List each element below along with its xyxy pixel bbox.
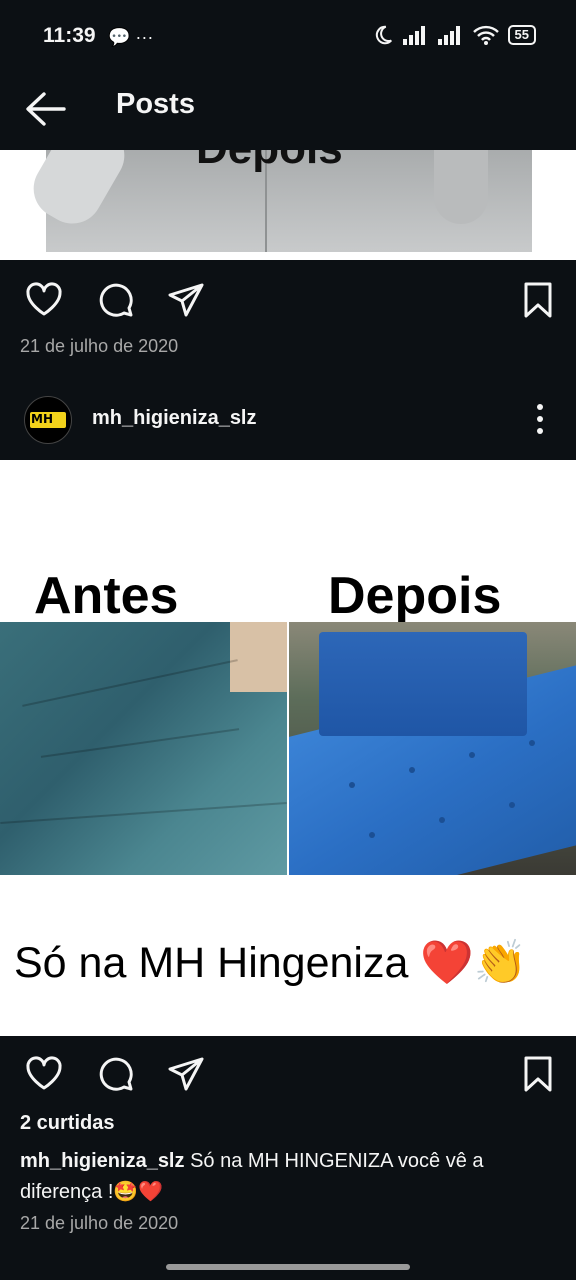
share-icon[interactable] bbox=[166, 280, 206, 320]
battery-indicator: 55 bbox=[507, 25, 536, 45]
signal-icon bbox=[402, 26, 425, 45]
comment-icon[interactable] bbox=[96, 1054, 136, 1094]
after-photo bbox=[289, 622, 576, 875]
previous-post-actions bbox=[0, 262, 576, 332]
post-caption: mh_higieniza_slz Só na MH HINGENIZA você… bbox=[20, 1146, 560, 1208]
heart-clap-emoji: ❤️👏 bbox=[420, 939, 528, 987]
moon-icon bbox=[375, 25, 392, 45]
label-before: Antes bbox=[34, 567, 179, 625]
post-image[interactable]: Antes Depois Só na MH Hingeniza ❤️👏 bbox=[0, 460, 576, 1036]
bookmark-icon[interactable] bbox=[518, 280, 558, 320]
back-arrow-icon[interactable] bbox=[22, 89, 68, 129]
post-date: 21 de julho de 2020 bbox=[20, 1213, 179, 1233]
status-right-icons: 55 bbox=[372, 24, 536, 46]
before-photo bbox=[0, 622, 287, 875]
heart-icon[interactable] bbox=[24, 1054, 64, 1094]
previous-post-image[interactable]: Depois bbox=[0, 150, 576, 260]
post-header: MH mh_higieniza_slz bbox=[0, 378, 576, 460]
previous-post-date: 21 de julho de 2020 bbox=[20, 336, 179, 356]
label-after: Depois bbox=[328, 567, 502, 625]
status-time: 11:39 bbox=[43, 24, 96, 47]
page-title: Posts bbox=[116, 88, 195, 120]
previous-image-text: Depois bbox=[196, 150, 343, 174]
image-caption: Só na MH Hingeniza ❤️👏 bbox=[14, 939, 528, 987]
heart-icon[interactable] bbox=[24, 280, 64, 320]
post-username[interactable]: mh_higieniza_slz bbox=[92, 407, 257, 430]
avatar-logo: MH bbox=[30, 412, 66, 428]
avatar[interactable]: MH bbox=[24, 396, 72, 444]
home-indicator[interactable] bbox=[166, 1264, 410, 1270]
more-vertical-icon[interactable] bbox=[528, 400, 552, 438]
likes-count[interactable]: 2 curtidas bbox=[20, 1112, 114, 1135]
caption-username[interactable]: mh_higieniza_slz bbox=[20, 1150, 185, 1172]
top-bar: Posts bbox=[0, 72, 576, 150]
bookmark-icon[interactable] bbox=[518, 1054, 558, 1094]
wifi-icon bbox=[472, 25, 499, 45]
status-bar: 11:39 💬 ··· 55 bbox=[0, 0, 576, 72]
signal-icon-2 bbox=[437, 26, 460, 45]
share-icon[interactable] bbox=[166, 1054, 206, 1094]
post-actions bbox=[0, 1036, 576, 1106]
notification-icons: 💬 ··· bbox=[108, 27, 154, 47]
comment-icon[interactable] bbox=[96, 280, 136, 320]
